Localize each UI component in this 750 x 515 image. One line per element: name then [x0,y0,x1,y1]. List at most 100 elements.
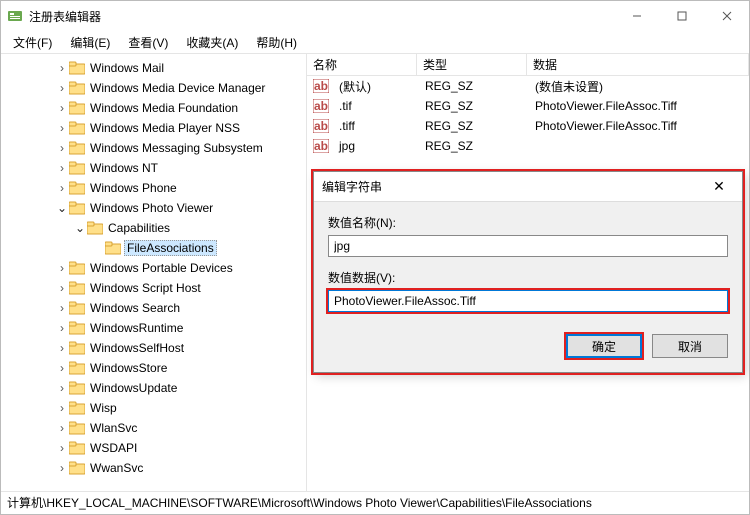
chevron-right-icon[interactable]: › [55,61,69,75]
tree-item-label: WindowsSelfHost [88,341,186,355]
tree-item-label: Windows Script Host [88,281,203,295]
tree-pane[interactable]: ›Windows Mail›Windows Media Device Manag… [1,54,307,491]
dialog-close-button[interactable]: ✕ [704,178,734,195]
chevron-right-icon[interactable]: › [55,381,69,395]
chevron-right-icon[interactable]: › [55,401,69,415]
folder-icon [69,141,85,155]
chevron-right-icon[interactable]: › [55,421,69,435]
chevron-down-icon[interactable]: ⌄ [73,221,87,235]
folder-icon [69,381,85,395]
folder-icon [69,81,85,95]
chevron-right-icon[interactable]: › [55,461,69,475]
menu-favorites[interactable]: 收藏夹(A) [178,32,246,53]
folder-icon [69,321,85,335]
value-name-label: 数值名称(N): [328,214,728,231]
tree-item-label: FileAssociations [124,240,217,256]
tree-item[interactable]: › Windows Media Player NSS [1,118,306,138]
tree-item[interactable]: ›WSDAPI [1,438,306,458]
col-name[interactable]: 名称 [307,54,417,75]
list-row[interactable]: jpgREG_SZ [307,136,749,156]
tree-item[interactable]: ⌄ Windows Photo Viewer [1,198,306,218]
cell-type: REG_SZ [419,119,529,133]
chevron-right-icon[interactable]: › [55,321,69,335]
folder-icon [69,201,85,215]
col-type[interactable]: 类型 [417,54,527,75]
folder-icon [69,121,85,135]
chevron-right-icon[interactable]: › [55,281,69,295]
tree-item[interactable]: › Windows Media Device Manager [1,78,306,98]
tree-item[interactable]: › WwanSvc [1,458,306,478]
col-data[interactable]: 数据 [527,54,749,75]
list-row[interactable]: (默认)REG_SZ(数值未设置) [307,76,749,96]
cell-data: (数值未设置) [529,78,749,95]
cell-type: REG_SZ [419,139,529,153]
menu-edit[interactable]: 编辑(E) [62,32,118,53]
tree-item-label: WwanSvc [88,461,145,475]
string-value-icon [313,99,329,113]
tree-item[interactable]: ›Windows Mail [1,58,306,78]
tree-item[interactable]: › Windows Portable Devices [1,258,306,278]
cell-name: .tif [333,99,419,113]
tree-item[interactable]: › Windows Phone [1,178,306,198]
tree-item[interactable]: ›Windows NT [1,158,306,178]
tree-item[interactable]: ›Windows Media Foundation [1,98,306,118]
cell-data: PhotoViewer.FileAssoc.Tiff [529,119,749,133]
value-name-input[interactable] [328,235,728,257]
tree-item-label: Windows Media Player NSS [88,121,242,135]
folder-icon [69,421,85,435]
menu-file[interactable]: 文件(F) [5,32,60,53]
value-data-input[interactable] [328,290,728,312]
cell-name: .tiff [333,119,419,133]
chevron-right-icon[interactable]: › [55,301,69,315]
tree-item[interactable]: ›Wisp [1,398,306,418]
close-button[interactable] [704,1,749,31]
tree-item[interactable]: ⌄Capabilities [1,218,306,238]
tree-item[interactable]: › Windows Script Host [1,278,306,298]
tree-item[interactable]: ›WindowsUpdate [1,378,306,398]
folder-icon [69,441,85,455]
app-icon [7,8,23,24]
folder-icon [69,341,85,355]
maximize-button[interactable] [659,1,704,31]
tree-item[interactable]: › WlanSvc [1,418,306,438]
chevron-right-icon[interactable]: › [55,441,69,455]
chevron-right-icon[interactable]: › [55,261,69,275]
tree-item[interactable]: FileAssociations [1,238,306,258]
list-row[interactable]: .tifREG_SZPhotoViewer.FileAssoc.Tiff [307,96,749,116]
tree-item-label: Windows Media Device Manager [88,81,267,95]
tree-item[interactable]: ›Windows Search [1,298,306,318]
menu-help[interactable]: 帮助(H) [248,32,305,53]
tree-item[interactable]: ›WindowsRuntime [1,318,306,338]
string-value-icon [313,119,329,133]
tree-item[interactable]: › Windows Messaging Subsystem [1,138,306,158]
menu-view[interactable]: 查看(V) [120,32,176,53]
string-value-icon [313,79,329,93]
chevron-right-icon[interactable]: › [55,141,69,155]
chevron-right-icon[interactable]: › [55,361,69,375]
chevron-right-icon[interactable]: › [55,121,69,135]
folder-icon [69,261,85,275]
list-row[interactable]: .tiffREG_SZPhotoViewer.FileAssoc.Tiff [307,116,749,136]
folder-icon [69,61,85,75]
minimize-button[interactable] [614,1,659,31]
tree-item-label: WlanSvc [88,421,139,435]
folder-icon [69,161,85,175]
chevron-right-icon[interactable]: › [55,181,69,195]
tree-item-label: Windows Messaging Subsystem [88,141,265,155]
window-title: 注册表编辑器 [29,8,614,25]
tree-item-label: Windows Portable Devices [88,261,235,275]
chevron-down-icon[interactable]: ⌄ [55,201,69,215]
chevron-right-icon[interactable]: › [55,101,69,115]
tree-item[interactable]: › WindowsSelfHost [1,338,306,358]
tree-item-label: Windows Photo Viewer [88,201,215,215]
cell-name: (默认) [333,78,419,95]
cancel-button[interactable]: 取消 [652,334,728,358]
cell-data: PhotoViewer.FileAssoc.Tiff [529,99,749,113]
chevron-right-icon[interactable]: › [55,341,69,355]
chevron-right-icon[interactable]: › [55,161,69,175]
ok-button[interactable]: 确定 [566,334,642,358]
tree-item[interactable]: ›WindowsStore [1,358,306,378]
status-bar: 计算机\HKEY_LOCAL_MACHINE\SOFTWARE\Microsof… [1,491,749,513]
chevron-right-icon[interactable]: › [55,81,69,95]
tree-item-label: Windows Phone [88,181,179,195]
